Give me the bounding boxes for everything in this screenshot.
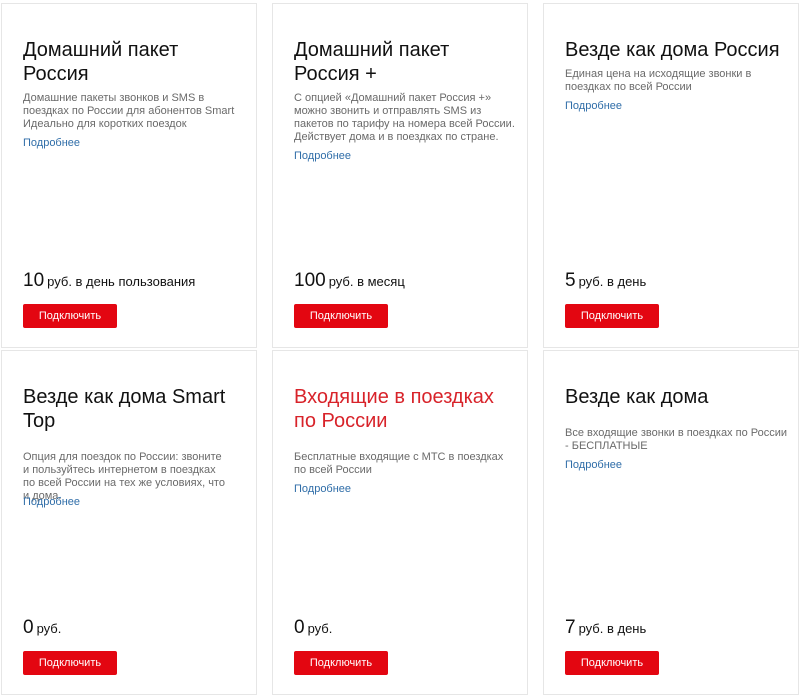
price-unit: руб. в день пользования	[47, 274, 196, 289]
connect-button[interactable]: Подключить	[23, 651, 117, 675]
connect-button[interactable]: Подключить	[565, 651, 659, 675]
price-unit: руб.	[36, 621, 62, 636]
more-link[interactable]: Подробнее	[23, 137, 80, 150]
price: 100 руб. в месяц	[294, 270, 405, 292]
more-link[interactable]: Подробнее	[565, 100, 622, 113]
price: 7 руб. в день	[565, 617, 646, 639]
card-title: Входящие в поездках по России	[294, 386, 494, 432]
connect-button[interactable]: Подключить	[294, 304, 388, 328]
card-description: Домашние пакеты звонков и SMS в поездках…	[23, 92, 235, 130]
tariff-card-vkhodyashchie: Входящие в поездках по России Бесплатные…	[272, 350, 528, 695]
tariff-card-vezde-kak-doma: Везде как дома Все входящие звонки в пое…	[543, 350, 799, 695]
price-unit: руб. в месяц	[328, 274, 405, 289]
tariff-card-vezde-kak-doma-rossiya: Везде как дома Россия Единая цена на исх…	[543, 3, 799, 348]
price-value: 0	[294, 617, 305, 638]
more-link[interactable]: Подробнее	[294, 483, 351, 496]
card-description: С опцией «Домашний пакет Россия +» можно…	[294, 92, 515, 143]
connect-button[interactable]: Подключить	[294, 651, 388, 675]
card-title: Везде как дома Россия	[565, 39, 780, 61]
more-link[interactable]: Подробнее	[294, 150, 351, 163]
price-value: 0	[23, 617, 34, 638]
price-unit: руб. в день	[578, 274, 647, 289]
price-value: 5	[565, 270, 576, 291]
card-description: Все входящие звонки в поездках по России…	[565, 427, 788, 452]
price: 0 руб.	[23, 617, 61, 639]
card-description: Бесплатные входящие с МТС в поездках по …	[294, 451, 504, 476]
price-value: 7	[565, 617, 576, 638]
tariff-card-domashniy-paket: Домашний пакет Россия Домашние пакеты зв…	[1, 3, 257, 348]
card-description: Единая цена на исходящие звонки в поездк…	[565, 68, 752, 93]
price: 10 руб. в день пользования	[23, 270, 195, 292]
price-unit: руб. в день	[578, 621, 647, 636]
connect-button[interactable]: Подключить	[565, 304, 659, 328]
price-value: 10	[23, 270, 45, 291]
price: 0 руб.	[294, 617, 332, 639]
tariff-card-vezde-kak-doma-smart-top: Везде как дома Smart Top Опция для поезд…	[1, 350, 257, 695]
price: 5 руб. в день	[565, 270, 646, 292]
card-title: Домашний пакет Россия +	[294, 39, 450, 85]
card-title: Везде как дома	[565, 386, 709, 408]
price-unit: руб.	[307, 621, 333, 636]
price-value: 100	[294, 270, 326, 291]
card-title: Везде как дома Smart Top	[23, 386, 226, 432]
more-link[interactable]: Подробнее	[23, 496, 80, 509]
card-title: Домашний пакет Россия	[23, 39, 179, 85]
tariff-card-domashniy-paket-plus: Домашний пакет Россия + С опцией «Домашн…	[272, 3, 528, 348]
connect-button[interactable]: Подключить	[23, 304, 117, 328]
more-link[interactable]: Подробнее	[565, 459, 622, 472]
